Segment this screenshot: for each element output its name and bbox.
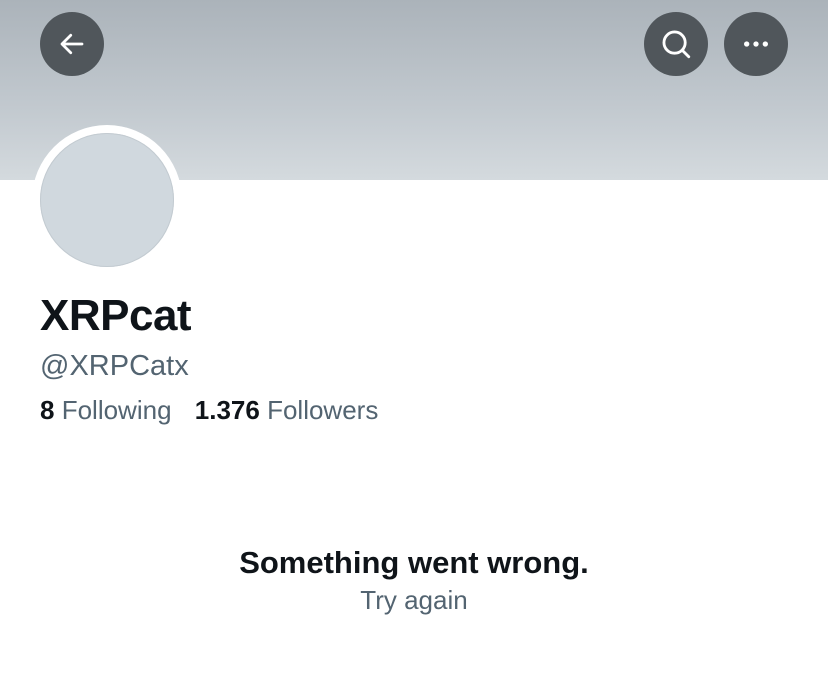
error-message: Something went wrong.	[239, 545, 589, 580]
profile-page: XRPcat @XRPCatx 8 Following 1.376 Follow…	[0, 0, 828, 698]
more-options-button[interactable]	[724, 12, 788, 76]
followers-count: 1.376	[194, 395, 260, 425]
user-handle: @XRPCatx	[40, 350, 189, 382]
avatar-frame	[32, 125, 182, 275]
avatar[interactable]	[40, 133, 174, 267]
error-state: Something went wrong. Try again	[0, 542, 828, 616]
followers-label: Followers	[267, 395, 379, 425]
following-count: 8	[40, 395, 55, 425]
search-button[interactable]	[644, 12, 708, 76]
following-label: Following	[61, 395, 172, 425]
back-button[interactable]	[40, 12, 104, 76]
display-name: XRPcat	[40, 291, 192, 340]
more-horizontal-icon	[744, 41, 768, 47]
following-link[interactable]: 8 Following	[40, 393, 172, 427]
search-icon	[662, 30, 691, 59]
follow-stats: 8 Following 1.376 Followers	[40, 393, 394, 427]
followers-link[interactable]: 1.376 Followers	[195, 393, 379, 427]
try-again-link[interactable]: Try again	[360, 584, 467, 616]
arrow-left-icon	[60, 33, 84, 55]
